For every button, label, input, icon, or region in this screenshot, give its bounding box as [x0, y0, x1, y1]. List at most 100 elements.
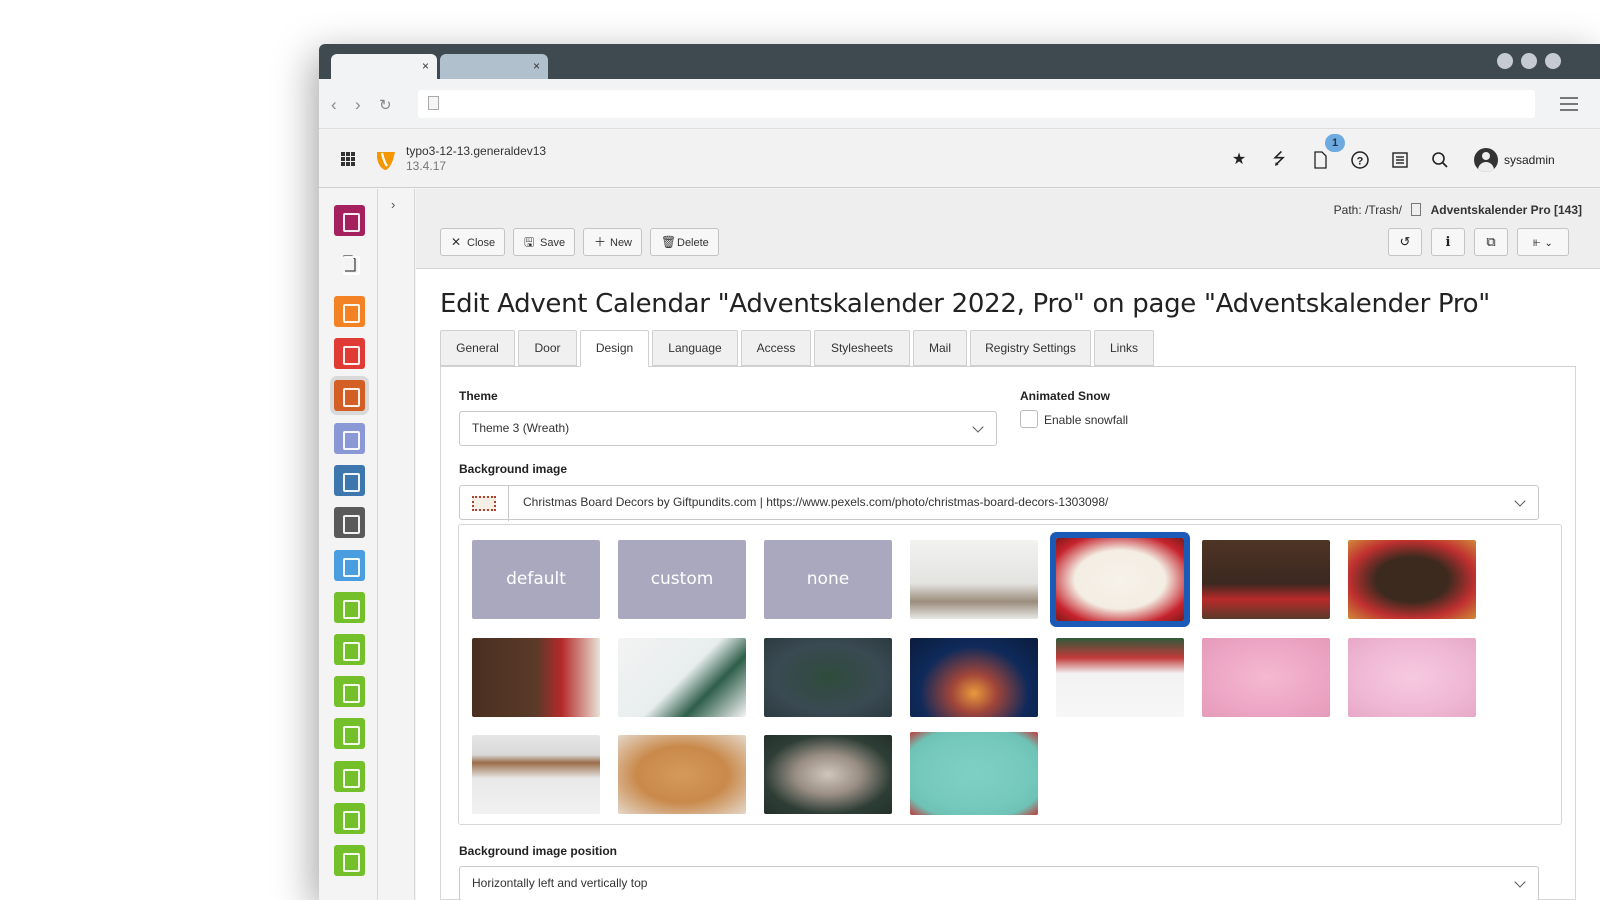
bg-thumb-gifts-dark-wood[interactable]	[472, 638, 600, 717]
svg-text:?: ?	[1357, 156, 1364, 168]
tab-door[interactable]: Door	[518, 330, 577, 366]
module-sidebar	[319, 189, 378, 900]
module-news-icon[interactable]	[334, 423, 365, 454]
module-page-icon[interactable]	[334, 248, 365, 279]
browser-menu-icon[interactable]	[1560, 97, 1578, 115]
breadcrumb: Path: /Trash/ Adventskalender Pro [143]	[1334, 203, 1582, 217]
url-input[interactable]	[418, 90, 1535, 118]
module-list-icon[interactable]	[334, 380, 365, 411]
close-icon: ✕	[451, 235, 462, 249]
system-information-icon[interactable]	[1390, 150, 1410, 170]
theme-label: Theme	[459, 389, 498, 403]
background-image-preview-icon	[459, 486, 509, 521]
module-edit-icon[interactable]	[334, 803, 365, 834]
close-button[interactable]: ✕ Close	[440, 228, 505, 256]
share-icon: ⫦	[1533, 234, 1541, 249]
module-web-page-icon[interactable]	[334, 296, 365, 327]
bg-thumb-light-tree[interactable]	[910, 638, 1038, 717]
tab-mail[interactable]: Mail	[913, 330, 967, 366]
bg-thumb-mint-ornaments[interactable]	[910, 732, 1038, 815]
browser-tab-inactive[interactable]: ×	[440, 54, 548, 79]
bg-thumb-white-gifts[interactable]	[618, 638, 746, 717]
module-menu-toggle-icon[interactable]	[341, 152, 355, 166]
chevron-down-icon	[1514, 876, 1526, 888]
opendocs-icon[interactable]	[1310, 150, 1330, 170]
module-award-icon[interactable]	[334, 718, 365, 749]
module-view-icon[interactable]	[334, 338, 365, 369]
open-new-window-button[interactable]: ⧉	[1474, 228, 1508, 256]
bg-option-none[interactable]: none	[764, 540, 892, 619]
enable-snowfall-checkbox[interactable]	[1020, 410, 1038, 428]
search-icon[interactable]	[1430, 150, 1450, 170]
module-user-icon[interactable]	[334, 676, 365, 707]
typo3-topbar: typo3-12-13.generaldev13 13.4.17 ★ ⭍ 1 ?…	[319, 130, 1600, 188]
tab-stylesheets[interactable]: Stylesheets	[814, 330, 910, 366]
delete-button[interactable]: 🗑Delete	[650, 228, 719, 256]
path-label: Path: /Trash/	[1333, 203, 1402, 217]
module-contact-card-icon[interactable]	[334, 761, 365, 792]
tab-access[interactable]: Access	[741, 330, 811, 366]
bg-thumb-wreath-snow[interactable]	[764, 735, 892, 814]
share-dropdown-button[interactable]: ⫦ ⌄	[1517, 228, 1569, 256]
theme-select[interactable]: Theme 3 (Wreath)	[459, 411, 997, 446]
page-icon	[428, 96, 439, 110]
bg-thumb-gingerbread-cookies[interactable]	[618, 735, 746, 814]
module-users-icon[interactable]	[334, 634, 365, 665]
bg-thumb-gingerbread-garland[interactable]	[472, 735, 600, 814]
save-button[interactable]: 🖫 Save	[513, 228, 575, 256]
bg-thumb-candy-branch[interactable]	[1056, 638, 1184, 717]
info-icon: i	[1445, 235, 1451, 250]
module-form-icon[interactable]	[334, 465, 365, 496]
tab-general[interactable]: General	[440, 330, 515, 366]
window-close-button[interactable]	[1545, 53, 1561, 69]
window-minimize-button[interactable]	[1497, 53, 1513, 69]
bg-thumb-gifts-frame[interactable]	[1348, 540, 1476, 619]
module-check-icon[interactable]	[334, 845, 365, 876]
tab-design[interactable]: Design	[580, 330, 649, 367]
bg-thumb-white-wood[interactable]	[910, 540, 1038, 619]
animated-snow-label: Animated Snow	[1020, 389, 1111, 403]
close-tab-icon[interactable]: ×	[533, 59, 540, 73]
new-button[interactable]: ＋ New	[583, 228, 642, 256]
module-dashboard-icon[interactable]	[334, 205, 365, 236]
typo3-logo-icon[interactable]	[375, 148, 397, 172]
external-link-icon: ⧉	[1486, 234, 1496, 249]
reload-icon[interactable]: ↻	[379, 96, 392, 114]
window-maximize-button[interactable]	[1521, 53, 1537, 69]
tab-language[interactable]: Language	[652, 330, 738, 366]
chevron-down-icon	[972, 421, 984, 433]
chevron-down-icon	[1514, 495, 1526, 507]
module-groups-icon[interactable]	[334, 592, 365, 623]
history-button[interactable]: ↺	[1388, 228, 1422, 256]
history-icon: ↺	[1399, 234, 1411, 249]
background-image-select[interactable]: Christmas Board Decors by Giftpundits.co…	[459, 485, 1539, 520]
user-avatar[interactable]	[1474, 148, 1498, 172]
help-icon[interactable]: ?	[1350, 150, 1370, 170]
tab-links[interactable]: Links	[1094, 330, 1154, 366]
info-button[interactable]: i	[1431, 228, 1465, 256]
enable-snowfall-label[interactable]: Enable snowfall	[1044, 413, 1128, 427]
module-info-icon[interactable]	[334, 550, 365, 581]
bg-thumb-fir-stars[interactable]	[764, 638, 892, 717]
bg-thumb-pink-snowflakes[interactable]	[1348, 638, 1476, 717]
forward-icon[interactable]: ›	[355, 95, 361, 115]
bookmark-star-icon[interactable]: ★	[1229, 150, 1249, 170]
bg-thumb-christmas-board[interactable]	[1056, 538, 1184, 621]
module-recycler-icon[interactable]	[334, 507, 365, 538]
background-image-gallery: default custom none	[458, 524, 1562, 825]
bg-thumb-pink-candy[interactable]	[1202, 638, 1330, 717]
tab-registry-settings[interactable]: Registry Settings	[970, 330, 1091, 366]
username[interactable]: sysadmin	[1504, 153, 1555, 167]
doc-header: Path: /Trash/ Adventskalender Pro [143] …	[416, 189, 1600, 269]
expand-pagetree-icon[interactable]: ›	[391, 197, 395, 212]
bg-thumb-gifts-wood[interactable]	[1202, 540, 1330, 619]
browser-tab-active[interactable]: ×	[331, 54, 437, 79]
back-icon[interactable]: ‹	[331, 95, 337, 115]
bg-option-default[interactable]: default	[472, 540, 600, 619]
site-name: typo3-12-13.generaldev13	[406, 144, 547, 158]
background-position-select[interactable]: Horizontally left and vertically top	[459, 866, 1539, 900]
save-icon: 🖫	[524, 235, 535, 249]
clear-cache-bolt-icon[interactable]: ⭍	[1269, 150, 1289, 170]
close-tab-icon[interactable]: ×	[422, 59, 429, 73]
bg-option-custom[interactable]: custom	[618, 540, 746, 619]
